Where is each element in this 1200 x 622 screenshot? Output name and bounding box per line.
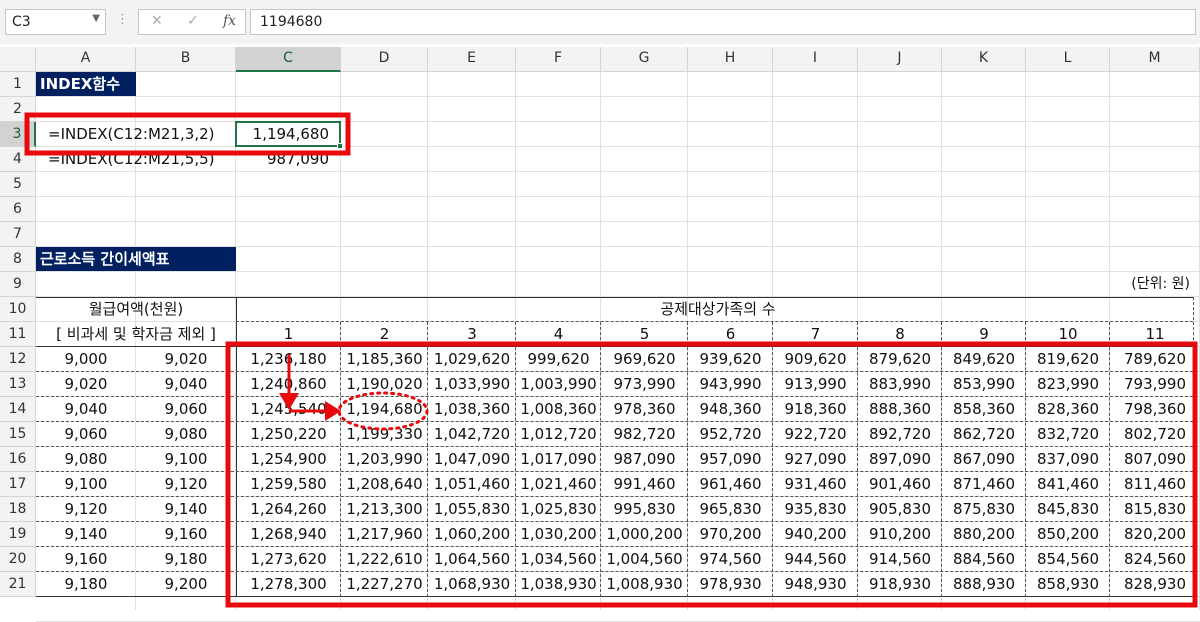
table-highlight-box [225,341,1198,608]
chevron-down-icon[interactable]: ▼ [92,13,100,24]
answer-dotted-circle [337,391,429,431]
col-arrow-head [325,401,341,421]
insert-function-button[interactable]: fx [223,13,236,29]
cancel-icon[interactable]: ✕ [151,13,163,29]
enter-icon[interactable]: ✓ [187,13,199,29]
worksheet-grid[interactable]: ABCDEFGHIJKLM 1 2 3 4 5 6 7 8 9 10 11 12 13 14 15 16 17 1… [0,47,1200,622]
row-arrow-head [279,393,299,410]
name-box[interactable]: C3 ▼ [5,9,106,35]
formula-highlight-box [24,112,351,156]
formula-bar: C3 ▼ ⋮ ✕ ✓ fx 1194680 [0,0,1200,44]
more-icon: ⋮ [116,12,129,27]
formula-buttons: ✕ ✓ fx [138,9,246,35]
formula-input[interactable]: 1194680 [250,9,1196,35]
name-box-value: C3 [12,14,31,30]
annotation-overlay [24,112,1198,608]
formula-input-value: 1194680 [260,14,323,30]
